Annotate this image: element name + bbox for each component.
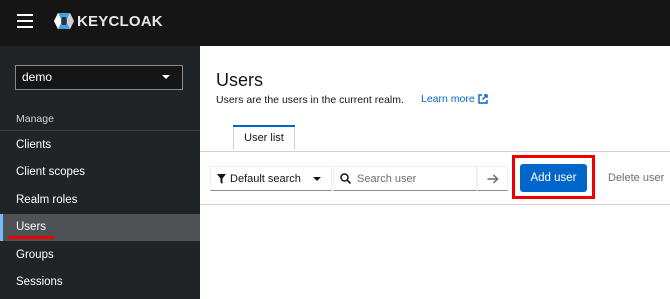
sidebar-item-label: Users [16, 221, 47, 233]
search-input-group [333, 166, 477, 191]
toolbar-bottom-border [200, 204, 670, 205]
sidebar-item-sessions[interactable]: Sessions [0, 269, 200, 296]
search-type-dropdown[interactable]: Default search [210, 166, 332, 191]
filter-icon [217, 173, 226, 184]
tab-label: User list [244, 132, 284, 144]
delete-user-button[interactable]: Delete user [608, 172, 664, 184]
add-user-button[interactable]: Add user [520, 164, 587, 192]
page-description: Users are the users in the current realm… [216, 94, 404, 106]
sidebar-section-title: Manage [16, 113, 54, 125]
keycloak-logo-icon [54, 13, 74, 29]
sidebar-item-label: Client scopes [16, 166, 86, 178]
sidebar-divider [0, 130, 200, 131]
learn-more-link[interactable]: Learn more [421, 93, 488, 105]
top-header: KEYCLOAK [0, 0, 670, 46]
search-icon [340, 173, 351, 184]
realm-selector[interactable]: demo [15, 65, 183, 90]
sidebar-item-label: Realm roles [16, 194, 78, 206]
page-title: Users [216, 70, 264, 90]
search-submit-button[interactable] [477, 166, 508, 191]
external-link-icon [478, 94, 488, 104]
sidebar-item-label: Clients [16, 139, 52, 151]
keycloak-logo[interactable]: KEYCLOAK [53, 11, 163, 31]
search-type-label: Default search [230, 172, 301, 185]
search-input[interactable] [357, 172, 469, 185]
logo-text: KEYCLOAK [77, 12, 163, 30]
caret-down-icon [162, 75, 170, 79]
sidebar-item-groups[interactable]: Groups [0, 242, 200, 269]
tab-user-list[interactable]: User list [233, 125, 295, 151]
arrow-right-icon [487, 173, 499, 184]
caret-down-icon [313, 177, 321, 181]
realm-selector-value: demo [22, 70, 53, 84]
sidebar-item-label: Sessions [16, 276, 63, 288]
hamburger-menu-icon[interactable] [17, 14, 33, 28]
sidebar-item-client-scopes[interactable]: Client scopes [0, 159, 200, 186]
sidebar-item-realm-roles[interactable]: Realm roles [0, 187, 200, 214]
sidebar: demo Manage Clients Client scopes Realm … [0, 46, 200, 299]
learn-more-label: Learn more [421, 93, 475, 105]
sidebar-item-label: Groups [16, 249, 54, 261]
sidebar-item-clients[interactable]: Clients [0, 132, 200, 159]
red-annotation-underline [8, 236, 54, 239]
